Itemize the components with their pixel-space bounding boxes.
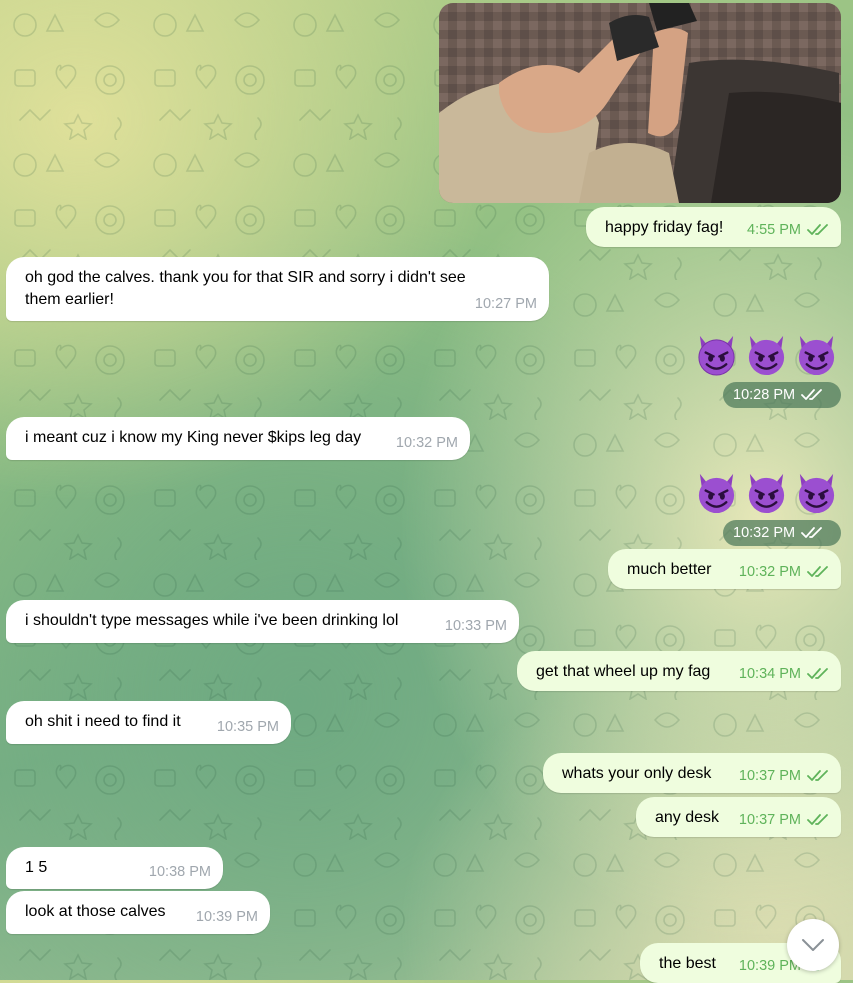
message-bubble-outgoing[interactable]: whats your only desk 10:37 PM: [543, 753, 841, 793]
message-time: 10:32 PM: [738, 564, 801, 580]
message-time: 10:35 PM: [216, 719, 279, 735]
message-time: 10:38 PM: [148, 864, 211, 880]
emoji-message[interactable]: [694, 332, 839, 377]
message-time: 4:55 PM: [747, 222, 801, 238]
double-check-icon: [807, 668, 828, 680]
message-bubble-incoming[interactable]: look at those calves 10:39 PM: [6, 891, 270, 934]
message-time: 10:32 PM: [395, 435, 458, 451]
emoji-message[interactable]: [694, 470, 839, 515]
message-text: oh god the calves. thank you for that SI…: [25, 269, 466, 308]
smiling-face-with-horns-icon: [748, 335, 785, 376]
smiling-face-with-horns-icon: [698, 473, 735, 514]
message-bubble-incoming[interactable]: oh shit i need to find it 10:35 PM: [6, 701, 291, 744]
sticker-time-badge: 10:32 PM: [723, 520, 841, 546]
message-time: 10:37 PM: [738, 768, 801, 784]
double-check-icon: [807, 566, 828, 578]
message-time: 10:32 PM: [733, 525, 796, 541]
message-bubble-outgoing[interactable]: get that wheel up my fag 10:34 PM: [517, 651, 841, 691]
double-check-icon: [801, 527, 822, 539]
smiling-face-with-horns-icon: [798, 473, 835, 514]
double-check-icon: [807, 224, 828, 236]
message-bubble-outgoing[interactable]: happy friday fag! 4:55 PM: [586, 207, 841, 247]
message-bubble-incoming[interactable]: i shouldn't type messages while i've bee…: [6, 600, 519, 643]
double-check-icon: [801, 389, 822, 401]
chevron-down-icon: [802, 939, 824, 951]
smiling-face-with-horns-icon: [748, 473, 785, 514]
message-time: 10:27 PM: [474, 296, 537, 312]
message-time: 10:34 PM: [738, 666, 801, 682]
scroll-to-bottom-button[interactable]: [787, 919, 839, 971]
smiling-face-with-horns-icon: [698, 335, 735, 376]
message-bubble-outgoing[interactable]: any desk 10:37 PM: [636, 797, 841, 837]
message-bubble-outgoing[interactable]: much better 10:32 PM: [608, 549, 841, 589]
message-time: 10:28 PM: [733, 387, 796, 403]
message-text: i shouldn't type messages while i've bee…: [25, 612, 399, 629]
message-bubble-incoming[interactable]: oh god the calves. thank you for that SI…: [6, 257, 549, 321]
message-bubble-incoming[interactable]: i meant cuz i know my King never $kips l…: [6, 417, 470, 460]
message-text: i meant cuz i know my King never $kips l…: [25, 429, 362, 446]
message-bubble-incoming[interactable]: 1 5 10:38 PM: [6, 847, 223, 889]
message-time: 10:37 PM: [738, 812, 801, 828]
sticker-time-badge: 10:28 PM: [723, 382, 841, 408]
photo-attachment[interactable]: [439, 3, 841, 203]
message-time: 10:33 PM: [444, 618, 507, 634]
message-time: 10:39 PM: [195, 909, 258, 925]
double-check-icon: [807, 770, 828, 782]
photo-image: [439, 3, 841, 203]
double-check-icon: [807, 814, 828, 826]
smiling-face-with-horns-icon: [798, 335, 835, 376]
